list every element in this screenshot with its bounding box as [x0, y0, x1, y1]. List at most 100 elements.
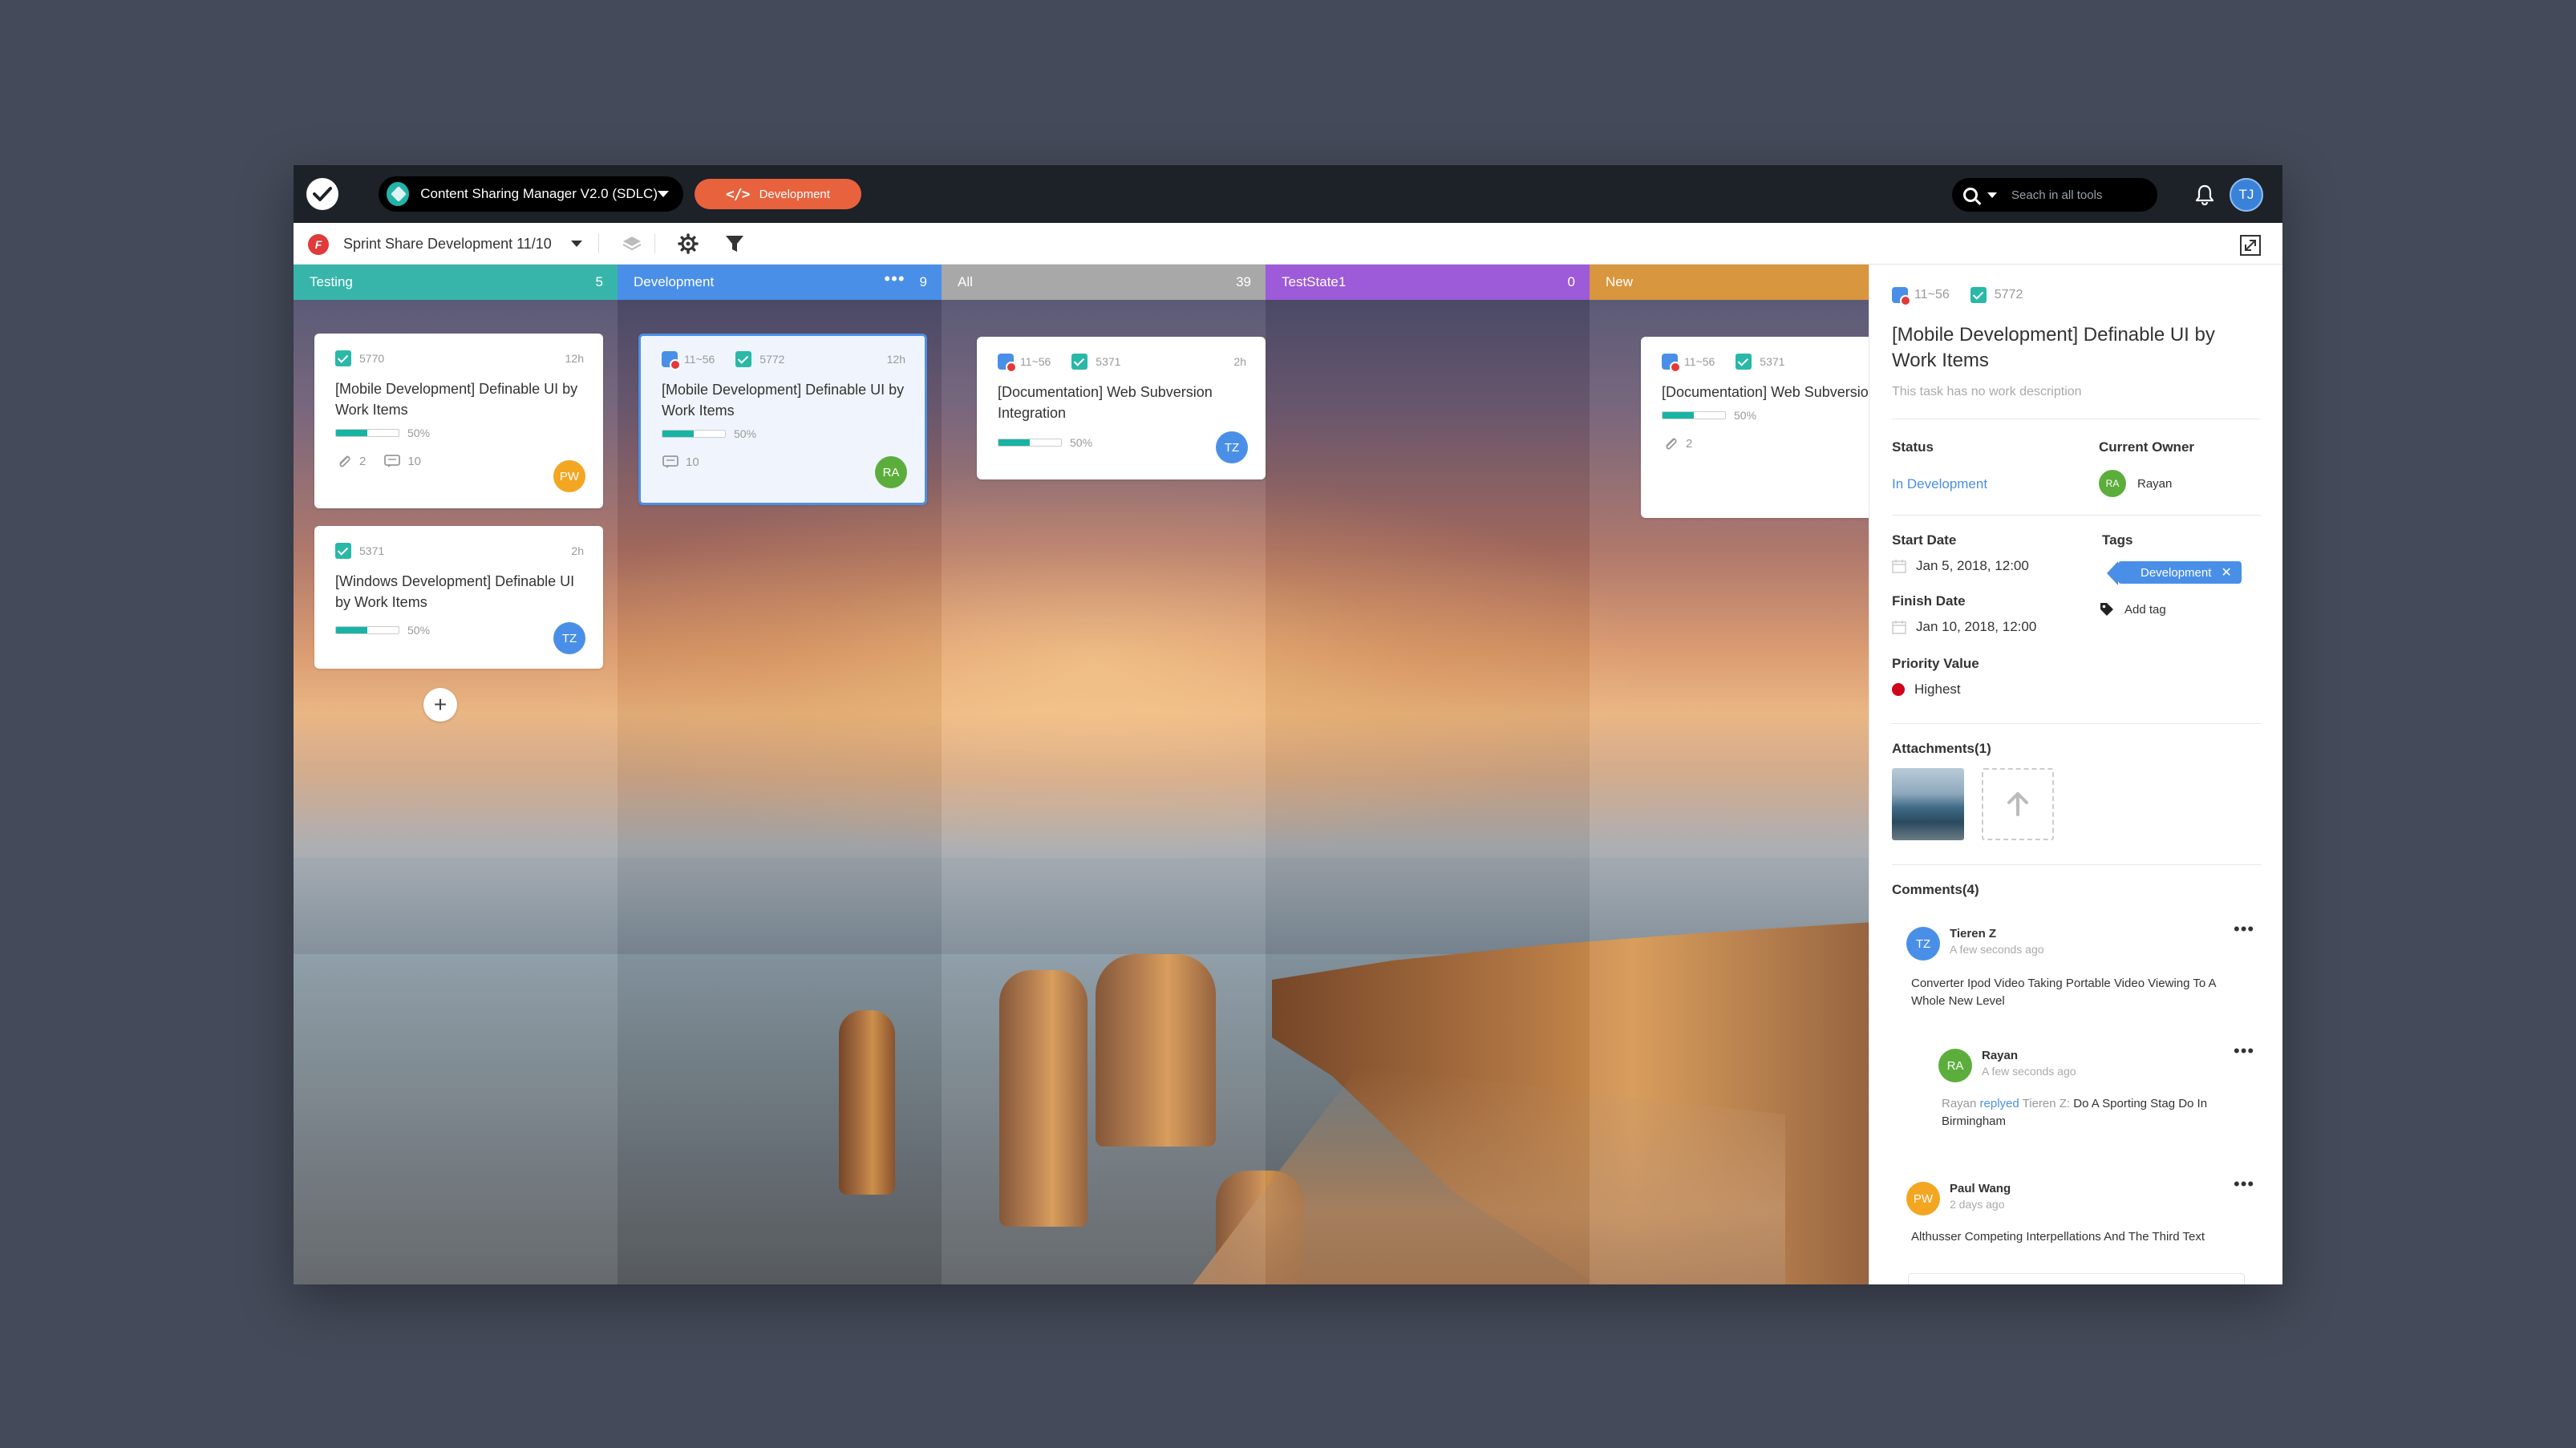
attachment-count: 2	[359, 454, 367, 468]
progress-bar	[335, 429, 399, 437]
column-teststate1	[1266, 265, 1590, 1284]
assignee-avatar[interactable]: PW	[553, 460, 585, 492]
tag-label: Development	[2141, 565, 2212, 580]
chevron-down-icon[interactable]	[571, 241, 582, 247]
comment-icon	[662, 455, 678, 468]
comment-avatar[interactable]: PW	[1906, 1182, 1940, 1215]
attachment-thumbnail[interactable]	[1892, 768, 1964, 840]
assignee-avatar[interactable]: TZ	[1216, 431, 1248, 463]
search-input[interactable]	[2011, 188, 2140, 202]
more-options-icon[interactable]: •••	[884, 270, 905, 288]
comment-author[interactable]: Rayan	[1982, 1049, 2018, 1062]
more-options-icon[interactable]: •••	[2234, 920, 2254, 938]
task-id: 5770	[359, 352, 385, 365]
divider	[1892, 864, 2261, 865]
expand-icon[interactable]	[2239, 234, 2262, 257]
priority-dot-icon	[1892, 683, 1905, 696]
more-options-icon[interactable]: •••	[2234, 1175, 2254, 1193]
start-date-value[interactable]: Jan 5, 2018, 12:00	[1892, 558, 2029, 574]
tags-label: Tags	[2102, 532, 2133, 548]
card-title: [Documentation] Web Subversion Integrati…	[1662, 384, 1949, 400]
gear-icon[interactable]	[677, 233, 699, 255]
finish-date-value[interactable]: Jan 10, 2018, 12:00	[1892, 619, 2036, 635]
tag-icon	[2100, 603, 2113, 616]
sprint-selector[interactable]: Sprint Share Development 11/10	[343, 236, 552, 253]
card-title: [Mobile Development] Definable UI by Wor…	[335, 381, 578, 418]
task-check-icon	[735, 351, 752, 367]
user-story-icon	[1892, 287, 1911, 306]
assignee-avatar[interactable]: RA	[875, 456, 907, 488]
column-header-all[interactable]: All 39	[942, 265, 1266, 300]
story-id[interactable]: 11~56	[1914, 288, 1950, 302]
owner-name: Rayan	[2137, 476, 2173, 491]
add-tag-button[interactable]: Add tag	[2099, 601, 2166, 617]
status-value[interactable]: In Development	[1892, 476, 1987, 492]
close-icon[interactable]: ✕	[2221, 564, 2231, 580]
upload-attachment-button[interactable]	[1982, 768, 2054, 840]
progress-label: 50%	[1070, 436, 1093, 449]
comment-time: 2 days ago	[1950, 1198, 2005, 1211]
progress: 50%	[335, 427, 584, 439]
project-name: Content Sharing Manager V2.0 (SDLC)	[420, 186, 658, 201]
comment-avatar[interactable]: TZ	[1906, 927, 1940, 961]
column-header-development[interactable]: Development ••• 9	[618, 265, 942, 300]
reply-target[interactable]: Tieren Z:	[2023, 1097, 2070, 1110]
layers-icon[interactable]	[621, 233, 643, 255]
bell-icon[interactable]	[2193, 183, 2217, 207]
finish-date-text: Jan 10, 2018, 12:00	[1916, 619, 2037, 634]
task-card-selected[interactable]: 11~56 5772 12h [Mobile Development] Defi…	[638, 334, 927, 505]
card-meta: 11~56 5371 2h	[998, 353, 1246, 373]
comment-avatar[interactable]: RA	[1938, 1049, 1972, 1082]
more-options-icon[interactable]: •••	[2234, 1042, 2254, 1060]
comment-icon	[384, 455, 401, 467]
task-card[interactable]: 5770 12h [Mobile Development] Definable …	[314, 334, 603, 508]
comment-text: Althusser Competing Interpellations And …	[1911, 1230, 2205, 1244]
task-id: 5371	[1760, 355, 1785, 368]
code-icon: </>	[726, 185, 750, 203]
calendar-icon	[1892, 621, 1906, 634]
filter-icon[interactable]	[723, 233, 746, 255]
chevron-down-icon[interactable]	[1987, 192, 1997, 198]
comment-time: A few seconds ago	[1982, 1065, 2076, 1078]
task-id[interactable]: 5772	[1995, 288, 2023, 302]
reply-author: Rayan	[1942, 1097, 1977, 1110]
attachment-count: 2	[1686, 436, 1693, 451]
priority-value[interactable]: Highest	[1892, 682, 1961, 698]
column-header-new[interactable]: New	[1590, 265, 1914, 300]
column-title: Development	[634, 274, 715, 289]
comment-count: 10	[407, 454, 422, 468]
comment-input[interactable]	[1908, 1273, 2245, 1284]
app-logo-icon[interactable]	[306, 178, 338, 210]
column-title: New	[1606, 274, 1634, 289]
column-header-testing[interactable]: Testing 5	[294, 265, 618, 300]
finish-date-label: Finish Date	[1892, 593, 1966, 609]
assignee-avatar[interactable]: TZ	[553, 622, 585, 654]
comment-author[interactable]: Tieren Z	[1950, 927, 1996, 940]
global-search[interactable]	[1952, 178, 2157, 212]
task-check-icon	[1970, 287, 1987, 303]
detail-title[interactable]: [Mobile Development] Definable UI by Wor…	[1892, 322, 2261, 374]
time-estimate: 12h	[886, 353, 905, 366]
project-selector[interactable]: Content Sharing Manager V2.0 (SDLC)	[379, 176, 683, 212]
detail-description[interactable]: This task has no work description	[1892, 385, 2082, 399]
task-card[interactable]: 5371 2h [Windows Development] Definable …	[314, 526, 603, 669]
comment-time: A few seconds ago	[1950, 943, 2044, 956]
card-meta: 11~56 5772 12h	[662, 350, 905, 370]
card-meta: 5770 12h	[335, 350, 584, 367]
detail-ids: 11~56 5772	[1892, 287, 2023, 306]
comment-author[interactable]: Paul Wang	[1950, 1182, 2011, 1195]
tag-development[interactable]: Development ✕	[2107, 561, 2242, 585]
owner-value[interactable]: RA Rayan	[2099, 470, 2172, 497]
column-header-teststate1[interactable]: TestState1 0	[1266, 265, 1590, 300]
add-card-button[interactable]: +	[423, 688, 457, 722]
card-title: [Documentation] Web Subversion Integrati…	[998, 384, 1213, 421]
task-card[interactable]: 11~56 5371 2h [Documentation] Web Subver…	[977, 337, 1266, 479]
card-title: [Windows Development] Definable UI by Wo…	[335, 573, 575, 610]
time-estimate: 12h	[565, 352, 584, 365]
story-id: 11~56	[1020, 355, 1051, 368]
status-label: Status	[1892, 439, 1934, 455]
development-mode-button[interactable]: </> Development	[695, 179, 861, 209]
progress-bar	[998, 439, 1062, 447]
user-avatar[interactable]: TJ	[2230, 178, 2263, 212]
card-meta: 5371 2h	[335, 542, 584, 560]
